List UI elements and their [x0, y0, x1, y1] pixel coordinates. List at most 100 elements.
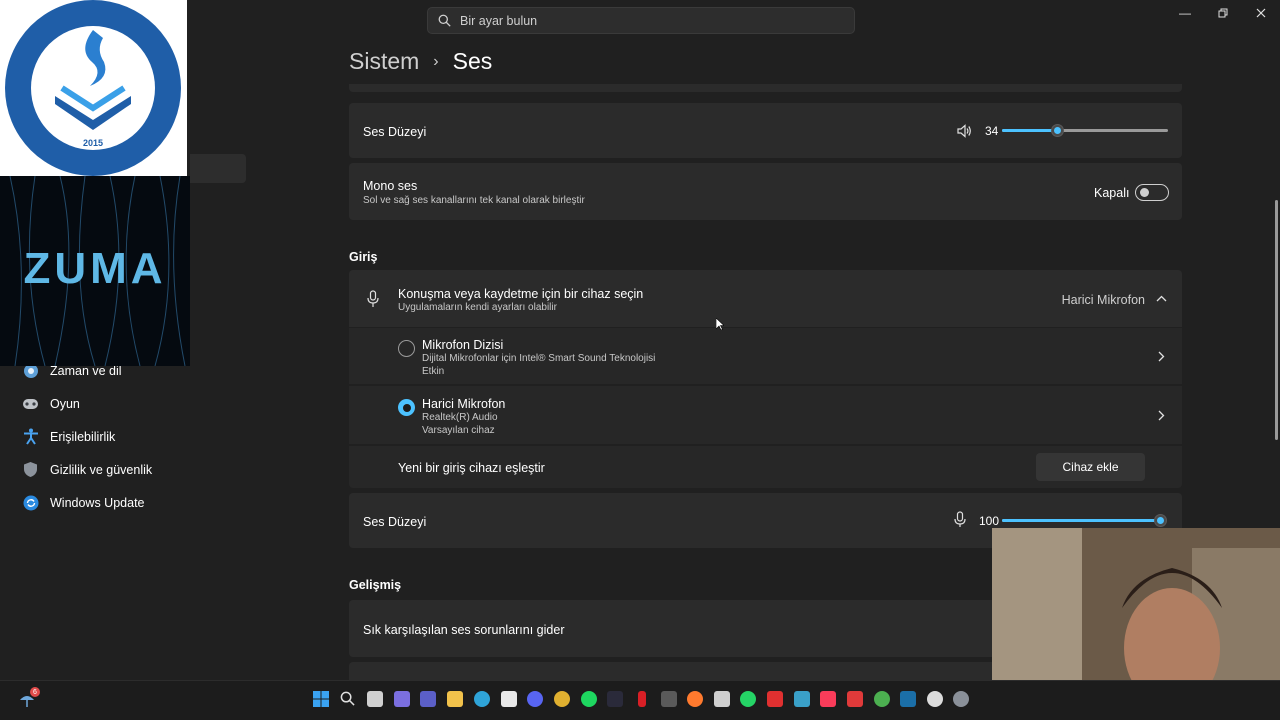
input-device-selected: Harici Mikrofon [1061, 293, 1145, 307]
search-input[interactable]: Bir ayar bulun [427, 7, 855, 34]
obs-icon[interactable] [927, 691, 943, 707]
sidebar-item-label: Erişilebilirlik [50, 429, 116, 444]
chrome-icon[interactable] [554, 691, 570, 707]
speaker-icon[interactable] [956, 123, 972, 139]
discord-icon[interactable] [527, 691, 543, 707]
input-volume-value: 100 [979, 514, 1000, 528]
sidebar-item-privacy[interactable]: Gizlilik ve güvenlik [22, 461, 152, 478]
input-device-subtitle: Uygulamaların kendi ayarları olabilir [398, 302, 557, 313]
copilot-icon[interactable] [394, 691, 410, 707]
app-icon[interactable] [847, 691, 863, 707]
app-icon[interactable] [794, 691, 810, 707]
chrome-icon[interactable] [874, 691, 890, 707]
breadcrumb-parent[interactable]: Sistem [349, 48, 419, 75]
page-title: Ses [452, 48, 493, 74]
snipping-tool-icon[interactable] [714, 691, 730, 707]
input-volume-fill [1002, 519, 1161, 522]
output-volume-slider[interactable] [1002, 129, 1168, 132]
mouse-cursor [716, 318, 724, 330]
output-volume-thumb[interactable] [1051, 124, 1065, 137]
restore-button[interactable] [1204, 0, 1242, 26]
mono-audio-subtitle: Sol ve sağ ses kanallarını tek kanal ola… [363, 195, 585, 206]
input-volume-label: Ses Düzeyi [363, 515, 427, 529]
device-radio-mikrofon-dizisi[interactable] [398, 340, 415, 357]
close-button[interactable] [1242, 0, 1280, 26]
task-view-icon[interactable] [367, 691, 383, 707]
restore-icon [1218, 8, 1228, 18]
mono-audio-toggle[interactable] [1135, 184, 1169, 201]
device-radio-harici-mikrofon[interactable] [398, 399, 415, 416]
zuma-text: ZUMA [23, 244, 167, 293]
output-volume-value: 34 [985, 124, 999, 138]
file-explorer-icon[interactable] [447, 691, 463, 707]
app-icon[interactable] [767, 691, 783, 707]
previous-card-edge [349, 84, 1182, 92]
breadcrumb: Sistem › Ses [349, 48, 492, 75]
input-section-title: Giriş [349, 250, 378, 264]
store-icon[interactable] [501, 691, 517, 707]
sidebar-item-accessibility[interactable]: Erişilebilirlik [22, 428, 115, 445]
advanced-section-title: Gelişmiş [349, 578, 402, 592]
windows-icon [313, 691, 329, 707]
weather-badge: 6 [30, 687, 40, 697]
mono-audio-title: Mono ses [363, 179, 418, 193]
close-icon [1256, 8, 1266, 18]
shield-icon [22, 461, 39, 478]
device-detail: Dijital Mikrofonlar için Intel® Smart So… [422, 353, 656, 364]
troubleshoot-label: Sık karşılaşılan ses sorunlarını gider [363, 623, 565, 637]
zuma-overlay: ZUMA [0, 176, 190, 366]
device-option-mikrofon-dizisi[interactable]: Mikrofon Dizisi Dijital Mikrofonlar için… [349, 328, 1182, 384]
output-volume-fill [1002, 129, 1059, 132]
edge-icon[interactable] [474, 691, 490, 707]
app-icon[interactable] [661, 691, 677, 707]
mono-audio-card: Mono ses Sol ve sağ ses kanallarını tek … [349, 163, 1182, 220]
device-detail: Realtek(R) Audio [422, 412, 498, 423]
logo-year: 2015 [83, 138, 103, 148]
whatsapp-icon[interactable] [740, 691, 756, 707]
device-status: Varsayılan cihaz [422, 425, 495, 436]
sidebar-item-label: Windows Update [50, 495, 145, 510]
device-status: Etkin [422, 366, 445, 377]
teams-icon[interactable] [420, 691, 436, 707]
input-volume-thumb[interactable] [1154, 514, 1167, 527]
settings-icon[interactable] [953, 691, 969, 707]
update-icon [22, 494, 39, 511]
sidebar-item-gaming[interactable]: Oyun [22, 395, 80, 412]
gamepad-icon [22, 395, 39, 412]
university-logo: 2015 [0, 0, 187, 176]
device-option-harici-mikrofon[interactable]: Harici Mikrofon Realtek(R) Audio Varsayı… [349, 386, 1182, 444]
scrollbar[interactable] [1275, 200, 1278, 440]
spotify-icon[interactable] [581, 691, 597, 707]
netflix-icon[interactable] [638, 691, 646, 707]
chevron-right-icon[interactable] [1158, 351, 1165, 362]
search-icon [438, 14, 451, 27]
sidebar-item-windows-update[interactable]: Windows Update [22, 494, 145, 511]
microphone-icon [367, 290, 379, 307]
firefox-icon[interactable] [687, 691, 703, 707]
minimize-button[interactable]: — [1166, 0, 1204, 26]
app-icon[interactable] [607, 691, 623, 707]
chevron-right-icon[interactable] [1158, 410, 1165, 421]
input-device-title: Konuşma veya kaydetme için bir cihaz seç… [398, 287, 644, 301]
music-icon[interactable] [820, 691, 836, 707]
output-volume-card: Ses Düzeyi 34 [349, 103, 1182, 158]
mono-audio-state: Kapalı [1094, 186, 1130, 200]
sidebar-item-label: Oyun [50, 396, 80, 411]
device-name: Harici Mikrofon [422, 397, 506, 411]
chevron-up-icon[interactable] [1156, 295, 1167, 302]
microphone-icon[interactable] [954, 511, 966, 528]
search-placeholder: Bir ayar bulun [460, 13, 538, 28]
sidebar-selected-item[interactable] [190, 154, 246, 183]
input-device-header[interactable]: Konuşma veya kaydetme için bir cihaz seç… [349, 270, 1182, 327]
taskbar-search-button[interactable] [340, 691, 356, 707]
pair-device-row: Yeni bir giriş cihazı eşleştir Cihaz ekl… [349, 446, 1182, 488]
chevron-right-icon: › [433, 52, 439, 70]
add-device-button[interactable]: Cihaz ekle [1036, 453, 1145, 481]
steam-icon[interactable] [900, 691, 916, 707]
pair-device-label: Yeni bir giriş cihazı eşleştir [398, 461, 545, 475]
search-icon [340, 691, 355, 706]
input-volume-slider[interactable] [1002, 519, 1161, 522]
output-volume-label: Ses Düzeyi [363, 125, 427, 139]
sidebar-item-label: Gizlilik ve güvenlik [50, 462, 153, 477]
start-button[interactable] [313, 691, 329, 707]
